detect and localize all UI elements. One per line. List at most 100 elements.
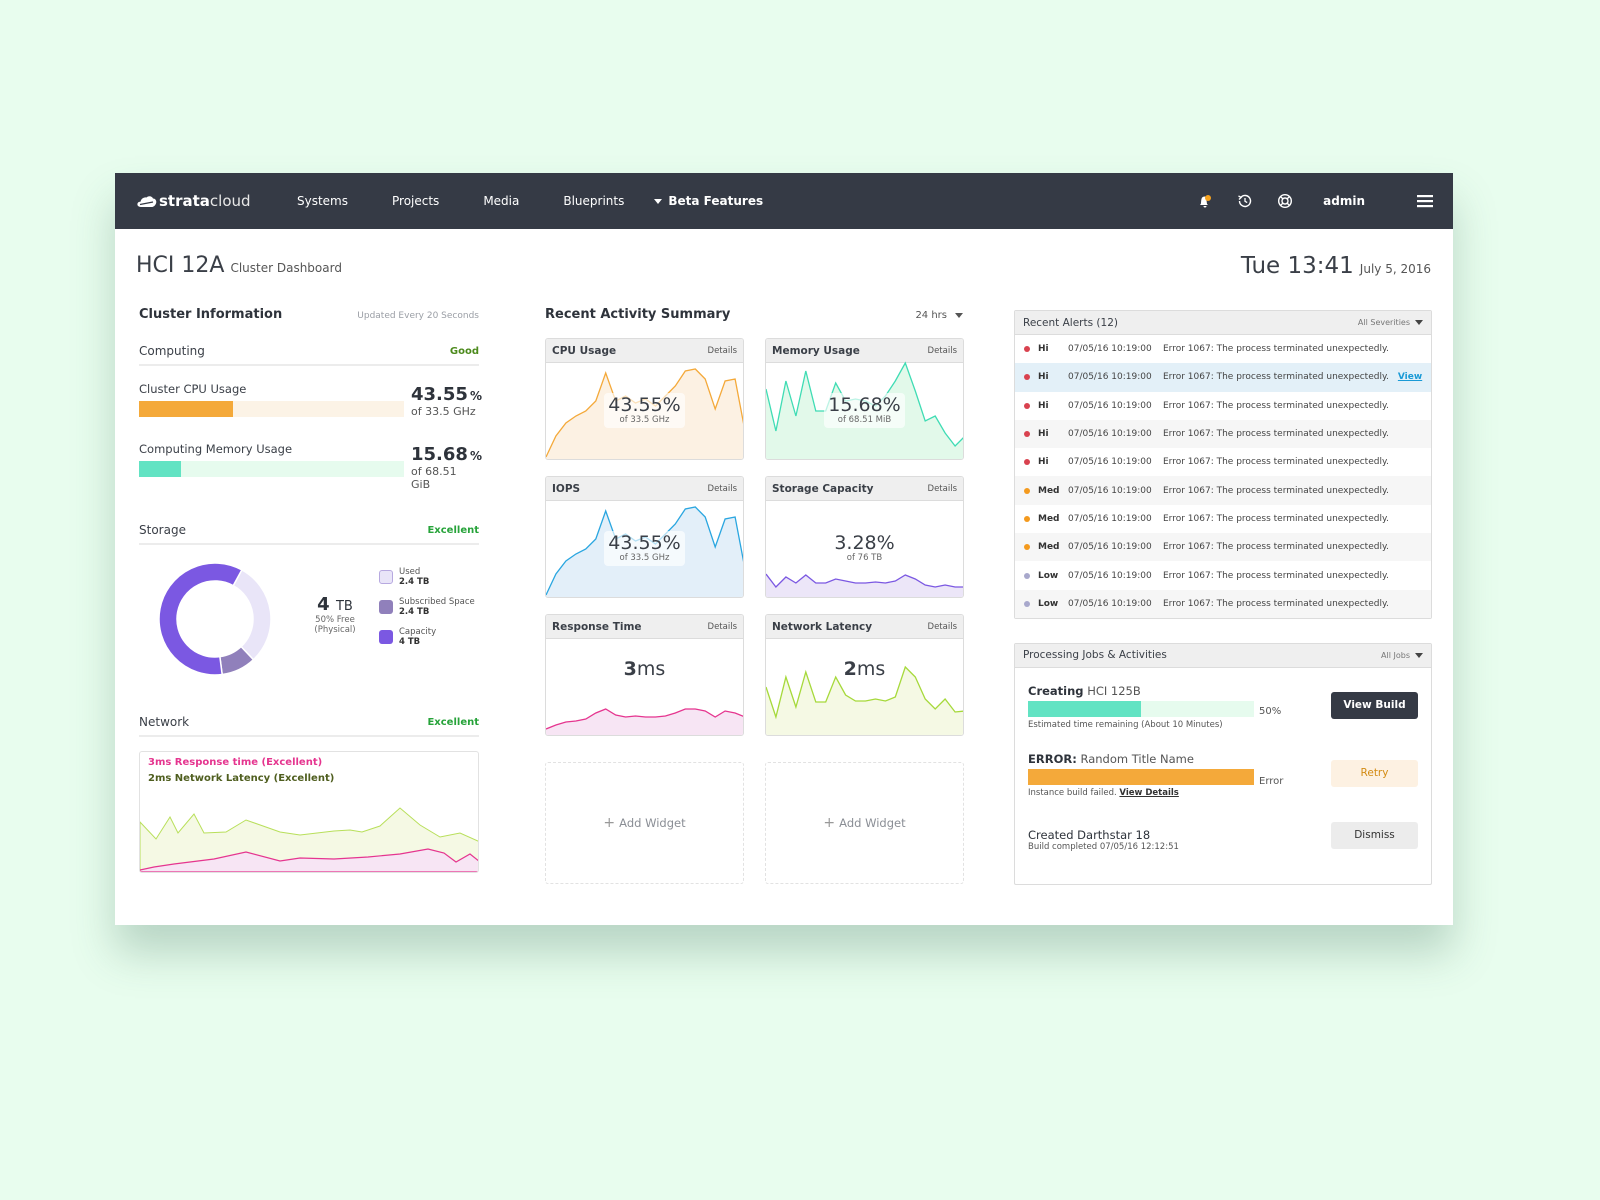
dismiss-button[interactable]: Dismiss [1331,821,1418,849]
widget-sparkline [546,708,743,735]
severity-dot-icon [1024,487,1030,494]
alert-message: Error 1067: The process terminated unexp… [1163,570,1389,581]
severity-dot-icon [1024,346,1030,353]
cluster-information-section: Cluster Information Updated Every 20 Sec… [139,307,482,873]
storage-body: 4 TB 50% Free (Physical) Used 2.4 TB Subs… [139,559,479,679]
network-sparkline [140,807,478,872]
job-subtitle: Estimated time remaining (About 10 Minut… [1028,719,1223,730]
widget-capacity: of 33.5 GHz [619,553,670,563]
alert-message: Error 1067: The process terminated unexp… [1163,542,1389,553]
alert-message: Error 1067: The process terminated unexp… [1163,598,1389,609]
add-widget-button[interactable]: + Add Widget [765,762,964,884]
alert-severity: Hi [1038,457,1049,468]
brand-logo[interactable]: strata cloud [137,192,255,210]
widget-value: 43.55% [608,394,681,416]
nav-blueprints[interactable]: Blueprints [563,194,624,208]
alert-timestamp: 07/05/16 10:19:00 [1068,598,1152,609]
widget-title: Memory Usage [772,344,860,357]
severity-filter-dropdown[interactable]: All Severities [1358,318,1423,327]
alert-row[interactable]: Med 07/05/16 10:19:00 Error 1067: The proc… [1015,505,1431,533]
alert-view-link[interactable]: View [1398,372,1422,382]
alert-severity: Med [1038,513,1060,524]
history-button[interactable] [1225,173,1265,229]
caret-down-icon [1415,320,1423,325]
cpu-capacity: of 33.5 GHz [411,405,476,418]
details-link[interactable]: Details [928,484,957,494]
storage-free-note: (Physical) [314,624,356,635]
job-item: Creating HCI 125B 50% Estimated time rem… [1015,684,1431,730]
job-progress-bar [1028,768,1254,785]
storage-header: Storage Excellent [139,523,479,545]
right-column: Recent Alerts (12) All Severities Hi 07/0… [1014,310,1432,885]
alert-severity: Hi [1038,372,1049,383]
alert-row[interactable]: Med 07/05/16 10:19:00 Error 1067: The proc… [1015,533,1431,562]
time-range-dropdown[interactable]: 24 hrs [915,310,963,321]
alert-message: Error 1067: The process terminated unexp… [1163,513,1389,524]
details-link[interactable]: Details [928,622,957,632]
details-link[interactable]: Details [708,622,737,632]
nav-media[interactable]: Media [483,194,519,208]
alert-row[interactable]: Med 07/05/16 10:19:00 Error 1067: The proc… [1015,476,1431,505]
widget-value: 3ms [623,658,666,680]
nav-systems[interactable]: Systems [297,194,348,208]
nav-projects[interactable]: Projects [392,194,439,208]
alert-row[interactable]: Hi 07/05/16 10:19:00 Error 1067: The proce… [1015,419,1431,449]
top-nav: strata cloud Systems Projects Media Bluep… [115,173,1453,229]
alert-row[interactable]: Hi 07/05/16 10:19:00 Error 1067: The proce… [1015,335,1431,363]
alert-message: Error 1067: The process terminated unexp… [1163,457,1389,468]
alert-row[interactable]: Low 07/05/16 10:19:00 Error 1067: The proc… [1015,589,1431,618]
sparkline-area [546,709,743,735]
details-link[interactable]: Details [708,484,737,494]
user-menu[interactable]: admin [1323,194,1365,208]
severity-dot-icon [1024,572,1030,579]
alert-row[interactable]: Hi 07/05/16 10:19:00 Error 1067: The proce… [1015,448,1431,476]
help-button[interactable] [1265,173,1305,229]
alert-row[interactable]: Hi 07/05/16 10:19:00 Error 1067: The proce… [1015,363,1431,392]
view-details-link[interactable]: View Details [1119,788,1178,798]
add-widget-button[interactable]: + Add Widget [545,762,744,884]
jobs-filter-dropdown[interactable]: All Jobs [1381,651,1423,660]
alert-severity: Hi [1038,400,1049,411]
severity-dot-icon [1024,374,1030,381]
alert-row[interactable]: Hi 07/05/16 10:19:00 Error 1067: The proce… [1015,392,1431,420]
cpu-usage-bar [139,401,404,417]
storage-free: 50% Free [315,614,355,625]
cluster-name: HCI 12A [136,253,225,278]
widget-title: Storage Capacity [772,482,874,495]
widget-title: IOPS [552,482,581,495]
brand-name-light: cloud [209,192,251,210]
details-link[interactable]: Details [928,346,957,356]
widget-storage-capacity: Storage Capacity Details 3.28% of 76 TB [765,476,964,598]
job-subtitle: Instance build failed. View Details [1028,787,1179,798]
alerts-heading: Recent Alerts (12) [1023,316,1118,329]
cloud-logo-icon [137,196,157,207]
view-build-button[interactable]: View Build [1331,691,1418,719]
retry-button[interactable]: Retry [1331,759,1418,787]
job-progress-fill [1028,768,1254,785]
legend-swatch [379,600,393,614]
plus-icon: + [603,815,616,831]
details-link[interactable]: Details [708,346,737,356]
alert-severity: Med [1038,542,1060,553]
network-header: Network Excellent [139,715,479,737]
storage-status: Excellent [427,524,479,536]
severity-dot-icon [1024,431,1030,438]
alert-timestamp: 07/05/16 10:19:00 [1068,513,1152,524]
nav-beta-features[interactable]: Beta Features [654,194,763,208]
donut-slice-used [232,568,272,661]
alert-timestamp: 07/05/16 10:19:00 [1068,344,1152,355]
notifications-button[interactable] [1185,173,1225,229]
widget-value: 43.55% [608,532,681,554]
widget-title: Network Latency [772,620,873,633]
main-menu-button[interactable] [1397,173,1453,229]
job-progress-bar [1028,700,1254,717]
widget-memory-usage: Memory Usage Details 15.68% of 68.51 MiB [765,338,964,460]
memory-usage-metric: Computing Memory Usage 15.68% of 68.51 G… [139,442,482,491]
alert-row[interactable]: Low 07/05/16 10:19:00 Error 1067: The proc… [1015,561,1431,589]
alert-severity: Hi [1038,429,1049,440]
job-progress-label: 50% [1259,705,1282,717]
add-widget-label: Add Widget [619,816,686,830]
network-status: Excellent [427,716,479,728]
help-lifebuoy-icon [1278,193,1293,209]
cpu-usage-metric: Cluster CPU Usage 43.55% of 33.5 GHz [139,382,482,418]
